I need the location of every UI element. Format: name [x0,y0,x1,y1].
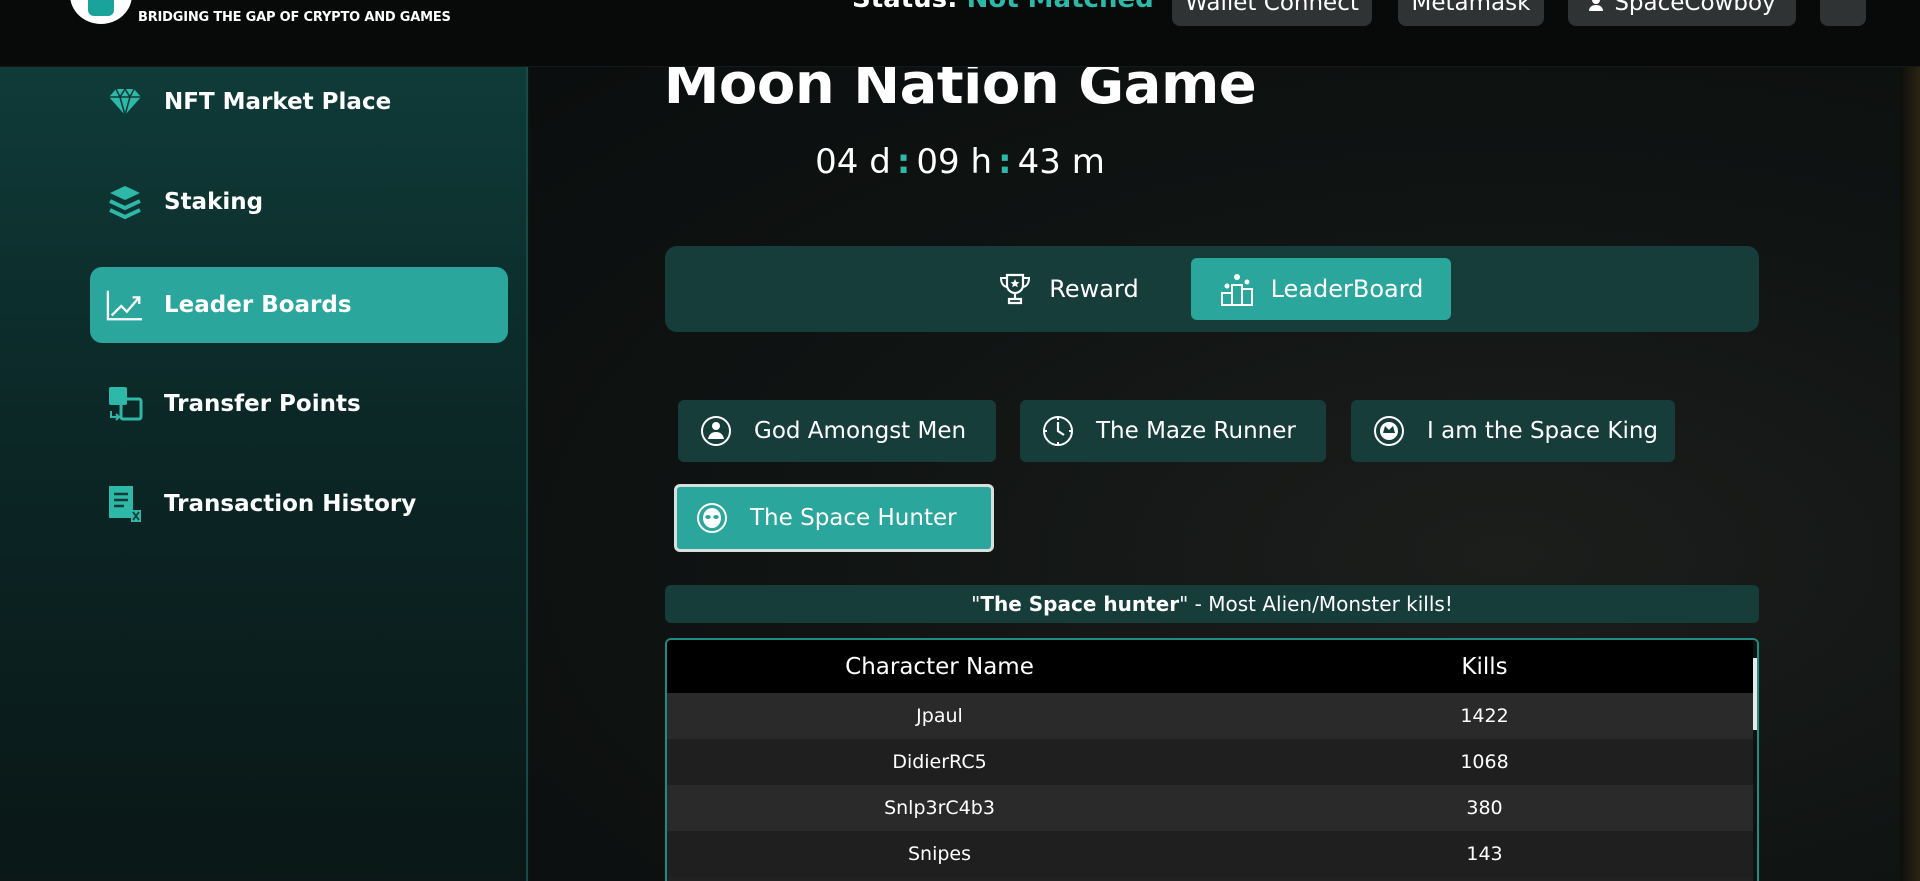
sidebar-item-leader-boards[interactable]: Leader Boards [90,267,508,343]
tagline: BRIDGING THE GAP OF CRYPTO AND GAMES [138,10,451,25]
category-i-am-the-space-king[interactable]: I am the Space King [1351,400,1675,462]
scroll-edge [1900,67,1920,881]
wallet-connect-label: Wallet Connect [1185,0,1359,16]
sidebar-item-nft-market-place[interactable]: NFT Market Place [90,64,508,140]
user-menu-button[interactable]: SpaceCowboy [1568,0,1796,26]
leaderboard-table: Character Name Kills Jpaul 1422 DidierRC… [665,638,1759,881]
trophy-icon [1000,273,1031,305]
column-header-kills[interactable]: Kills [1212,654,1757,680]
metamask-label: Metamask [1411,0,1531,16]
sidebar-item-staking[interactable]: Staking [90,164,508,240]
podium-icon [1220,274,1253,306]
sidebar-item-label: Transfer Points [164,391,361,417]
cell-character-name: Snipes [907,843,972,865]
wallet-connect-button[interactable]: Wallet Connect [1172,0,1372,26]
top-header: BRIDGING THE GAP OF CRYPTO AND GAMES Sta… [0,0,1920,67]
chart-line-icon [106,286,144,324]
column-header-character-name[interactable]: Character Name [667,654,1212,680]
cell-character-name: Jpaul [916,705,963,727]
cell-kills: 380 [1466,797,1503,819]
category-label: I am the Space King [1427,418,1659,444]
logo[interactable] [70,0,132,24]
category-the-space-hunter[interactable]: The Space Hunter [674,484,994,552]
sidebar-item-label: Staking [164,189,264,215]
category-label: God Amongst Men [754,418,967,444]
tab-bar: Reward LeaderBoard [665,246,1759,332]
table-body: Jpaul 1422 DidierRC5 1068 Snlp3rC4b3 380… [667,693,1757,877]
description-title: The Space hunter [980,592,1180,616]
tab-label: Reward [1049,275,1139,303]
description-text: - Most Alien/Monster kills! [1188,592,1453,616]
category-label: The Space Hunter [750,505,957,531]
table-header: Character Name Kills [667,640,1757,693]
table-row: Jpaul 1422 [667,693,1757,739]
tab-label: LeaderBoard [1270,275,1424,303]
status-value: Not Matched [967,0,1154,14]
category-the-maze-runner[interactable]: The Maze Runner [1020,400,1326,462]
description-open-quote: " [971,592,981,616]
cell-character-name: DidierRC5 [892,751,987,773]
match-status: Status: Not Matched [852,0,1154,14]
category-description: " The Space hunter " - Most Alien/Monster … [665,585,1759,623]
sidebar-item-label: NFT Market Place [164,89,392,115]
table-scrollbar-thumb[interactable] [1753,658,1757,730]
user-icon [1589,0,1604,11]
layers-icon [106,183,144,221]
cell-character-name: Snlp3rC4b3 [884,797,995,819]
transfer-icon [106,385,144,423]
person-badge-icon [701,416,731,446]
logo-mark [88,0,114,16]
table-row: Snipes 143 [667,831,1757,877]
menu-button[interactable] [1820,0,1866,26]
user-name: SpaceCowboy [1614,0,1776,16]
sidebar-item-label: Transaction History [164,491,417,517]
clock-icon [1043,416,1073,446]
receipt-icon [106,485,144,523]
description-close-quote: " [1179,592,1189,616]
metamask-button[interactable]: Metamask [1398,0,1544,26]
status-label: Status: [852,0,958,14]
table-row: DidierRC5 1068 [667,739,1757,785]
sidebar-item-label: Leader Boards [164,292,352,318]
alien-icon [697,503,727,533]
cell-kills: 143 [1466,843,1503,865]
tab-reward[interactable]: Reward [987,258,1149,320]
sidebar-item-transaction-history[interactable]: Transaction History [90,466,508,542]
category-label: The Maze Runner [1096,418,1296,444]
table-row: Snlp3rC4b3 380 [667,785,1757,831]
cell-kills: 1068 [1460,751,1509,773]
cell-kills: 1422 [1460,705,1509,727]
crown-badge-icon [1374,416,1404,446]
diamond-icon [106,83,144,121]
sidebar-item-transfer-points[interactable]: Transfer Points [90,366,508,442]
tab-leaderboard[interactable]: LeaderBoard [1191,258,1451,320]
category-god-amongst-men[interactable]: God Amongst Men [678,400,996,462]
